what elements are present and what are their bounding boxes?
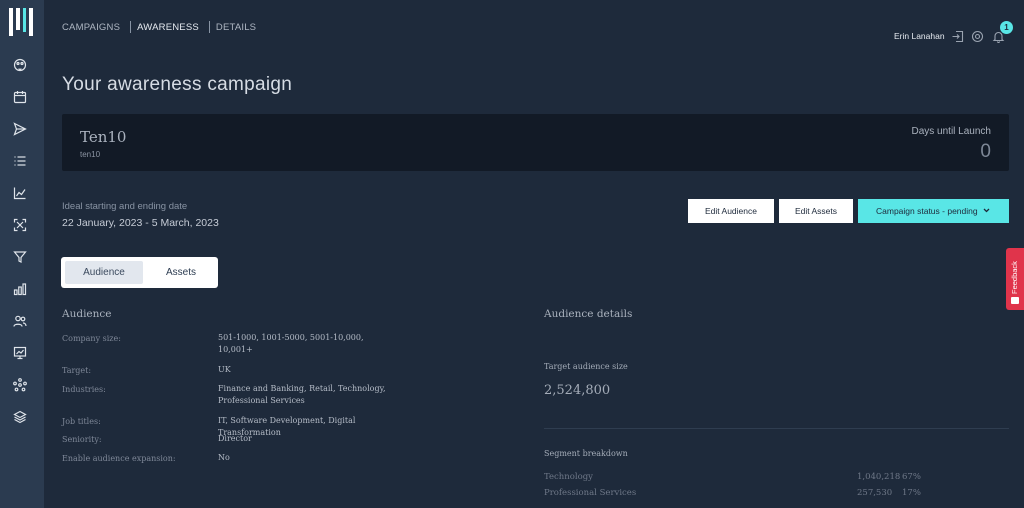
audience-label: Enable audience expansion:: [62, 454, 176, 463]
campaign-banner: Ten10 ten10 Days until Launch 0: [62, 114, 1009, 171]
feedback-icon: [1011, 297, 1019, 304]
breadcrumb-separator: [130, 21, 132, 33]
feedback-tab[interactable]: Feedback: [1006, 248, 1024, 310]
segment-percent: 67%: [902, 472, 921, 482]
target-audience-size-label: Target audience size: [544, 362, 628, 371]
filter-icon[interactable]: [13, 250, 27, 264]
campaign-status-dropdown[interactable]: Campaign status - pending: [858, 199, 1009, 223]
audience-label: Job titles:: [62, 417, 101, 426]
breadcrumb-awareness[interactable]: AWARENESS: [137, 22, 199, 33]
users-icon[interactable]: [13, 314, 27, 328]
chart-growth-icon[interactable]: [13, 186, 27, 200]
campaign-name: Ten10: [80, 128, 127, 146]
logout-icon[interactable]: [951, 30, 964, 43]
tab-assets[interactable]: Assets: [148, 261, 214, 284]
segment-row: Technology 1,040,218 67%: [544, 472, 944, 484]
user-name[interactable]: Erin Lanahan: [894, 31, 945, 41]
page-title: Your awareness campaign: [62, 74, 293, 95]
notification-badge[interactable]: 1: [1000, 21, 1013, 34]
segment-name: Technology: [544, 472, 593, 482]
audience-label: Industries:: [62, 385, 106, 394]
audience-value: 501-1000, 1001-5000, 5001-10,000, 10,001…: [218, 333, 364, 354]
bar-chart-icon[interactable]: [13, 282, 27, 296]
brand-logo[interactable]: [9, 8, 33, 36]
audience-value: Finance and Banking, Retail, Technology,…: [218, 384, 386, 405]
campaign-status-label: Campaign status - pending: [876, 206, 978, 216]
sidebar: [0, 0, 44, 508]
send-icon[interactable]: [13, 122, 27, 136]
palette-icon[interactable]: [13, 58, 27, 72]
audience-title: Audience: [62, 308, 112, 320]
days-until-launch-label: Days until Launch: [911, 126, 992, 137]
segment-percent: 17%: [902, 488, 921, 498]
segment-count: 1,040,218: [857, 472, 901, 482]
segment-count: 257,530: [857, 488, 893, 498]
segment-name: Professional Services: [544, 488, 637, 498]
network-icon[interactable]: [13, 378, 27, 392]
tab-switcher: Audience Assets: [61, 257, 218, 288]
segment-breakdown-label: Segment breakdown: [544, 449, 628, 458]
edit-audience-button[interactable]: Edit Audience: [688, 199, 774, 223]
feedback-label: Feedback: [1010, 261, 1019, 294]
breadcrumb-details: DETAILS: [215, 21, 257, 33]
audience-label: Target:: [62, 366, 92, 375]
chevron-down-icon: [983, 208, 990, 213]
days-until-launch-value: 0: [980, 141, 991, 162]
tab-audience[interactable]: Audience: [65, 261, 143, 284]
calendar-icon[interactable]: [13, 90, 27, 104]
presentation-icon[interactable]: [13, 346, 27, 360]
audience-value: No: [218, 453, 230, 462]
breadcrumb: CAMPAIGNS AWARENESS DETAILS: [62, 21, 256, 33]
breadcrumb-campaigns[interactable]: CAMPAIGNS: [62, 22, 120, 33]
edit-assets-button[interactable]: Edit Assets: [779, 199, 853, 223]
campaign-subname: ten10: [80, 150, 101, 159]
audience-value: Director: [218, 434, 252, 443]
audience-value: UK: [218, 365, 231, 374]
audience-label: Seniority:: [62, 435, 102, 444]
settings-icon[interactable]: [971, 30, 984, 43]
list-icon[interactable]: [13, 154, 27, 168]
expand-icon[interactable]: [13, 218, 27, 232]
date-range-label: Ideal starting and ending date: [62, 201, 188, 212]
breadcrumb-separator: [208, 21, 210, 33]
target-audience-size-value: 2,524,800: [544, 383, 611, 398]
audience-details-title: Audience details: [544, 308, 633, 320]
audience-label: Company size:: [62, 334, 121, 343]
divider: [544, 428, 1009, 429]
date-range-value: 22 January, 2023 - 5 March, 2023: [62, 217, 219, 229]
segment-row: Professional Services 257,530 17%: [544, 488, 944, 500]
layers-icon[interactable]: [13, 410, 27, 424]
